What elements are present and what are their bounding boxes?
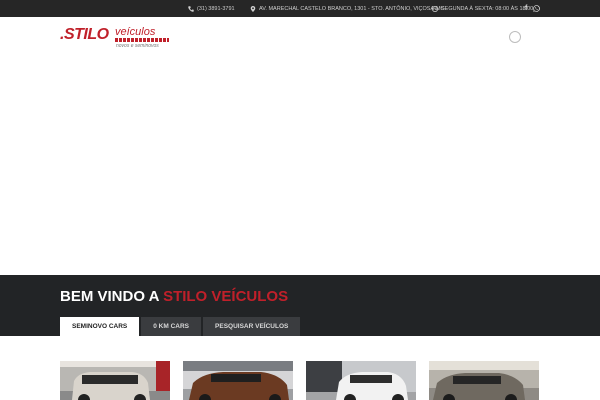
welcome-title: BEM VINDO A STILO VEÍCULOS xyxy=(60,288,288,305)
tab-seminovo-cars[interactable]: SEMINOVO CARS xyxy=(60,317,140,336)
tab-0km-cars[interactable]: 0 KM CARS xyxy=(141,317,202,336)
logo[interactable]: .STILO veículos novos e seminovos xyxy=(60,26,170,52)
top-bar: (31) 3891-3791 AV. MARECHAL CASTELO BRAN… xyxy=(0,0,600,17)
phone-number: (31) 3891-3791 xyxy=(197,5,235,12)
logo-tagline: novos e seminovos xyxy=(116,43,159,49)
vehicle-card[interactable] xyxy=(183,361,293,400)
welcome-prefix: BEM VINDO A xyxy=(60,288,164,305)
vehicle-card[interactable] xyxy=(429,361,539,400)
facebook-icon[interactable]: f xyxy=(525,5,527,12)
address-info[interactable]: AV. MARECHAL CASTELO BRANCO, 1301 - STO.… xyxy=(250,0,445,17)
logo-stripes xyxy=(115,38,169,42)
vehicle-tabs: SEMINOVO CARS 0 KM CARS PESQUISAR VEÍCUL… xyxy=(60,317,302,336)
address-text: AV. MARECHAL CASTELO BRANCO, 1301 - STO.… xyxy=(259,5,445,12)
whatsapp-icon[interactable] xyxy=(533,5,541,12)
hours-info: SEGUNDA À SEXTA: 08:00 ÀS 18:00 xyxy=(432,0,533,17)
hours-text: SEGUNDA À SEXTA: 08:00 ÀS 18:00 xyxy=(441,5,534,12)
clock-icon xyxy=(432,5,438,12)
vehicle-photo xyxy=(429,361,539,400)
search-button[interactable] xyxy=(509,31,521,43)
logo-brand: .STILO xyxy=(60,26,109,43)
vehicle-photo xyxy=(306,361,416,400)
phone-info[interactable]: (31) 3891-3791 xyxy=(188,0,235,17)
phone-icon xyxy=(188,5,194,12)
vehicle-card[interactable] xyxy=(306,361,416,400)
welcome-brand: STILO VEÍCULOS xyxy=(163,288,289,305)
social-links: f xyxy=(525,0,541,17)
vehicle-photo xyxy=(60,361,170,400)
tab-pesquisar-veiculos[interactable]: PESQUISAR VEÍCULOS xyxy=(203,317,301,336)
vehicle-cards xyxy=(60,361,540,400)
vehicle-card[interactable] xyxy=(60,361,170,400)
site-header: .STILO veículos novos e seminovos xyxy=(0,17,600,275)
welcome-band: BEM VINDO A STILO VEÍCULOS SEMINOVO CARS… xyxy=(0,275,600,336)
vehicle-photo xyxy=(183,361,293,400)
map-marker-icon xyxy=(250,5,256,12)
